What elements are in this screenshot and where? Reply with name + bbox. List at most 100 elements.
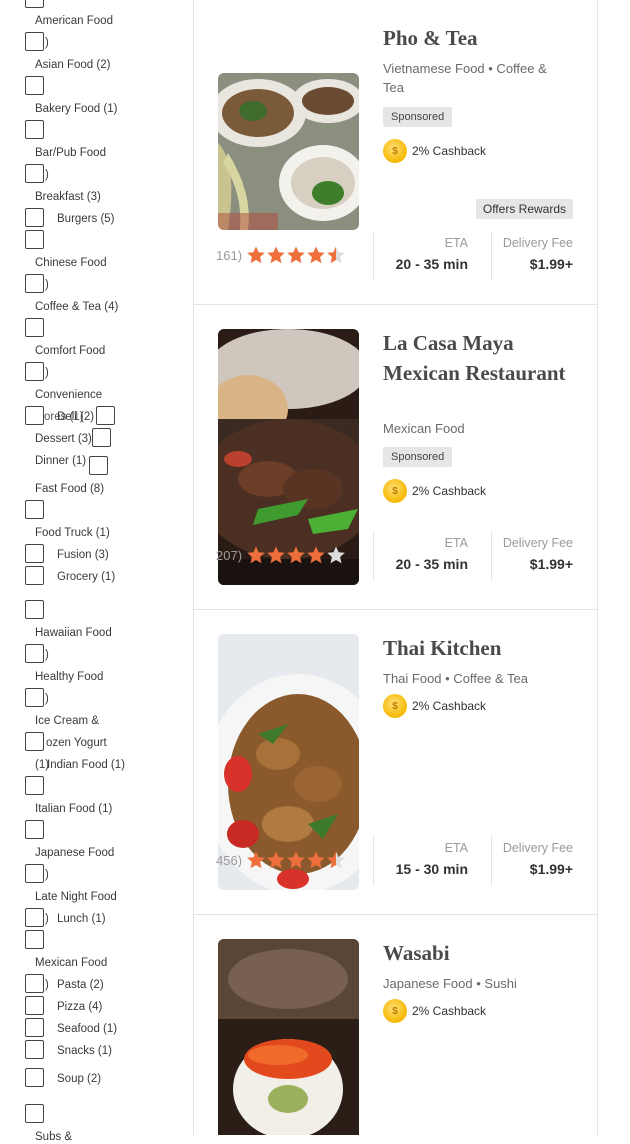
filter-checkbox-fusion[interactable] [25,566,44,585]
filter-checkbox-healthy[interactable] [25,688,44,707]
cashback-label: 2% Cashback [412,144,487,158]
filter-checkbox-snacks[interactable] [25,1068,44,1087]
filter-label-fragment: ) [45,367,49,379]
filter-label: Grocery (1) [57,571,116,583]
restaurant-name[interactable]: La Casa Maya Mexican Restaurant [383,328,583,388]
filter-checkbox-japanese[interactable] [25,864,44,883]
cashback-info: $ 2% Cashback [383,999,486,1023]
filter-checkbox-chinese[interactable] [25,230,44,249]
star-rating [246,545,346,565]
eta-label: ETA [444,236,468,250]
restaurant-card[interactable]: Wasabi Japanese Food • Sushi $ 2% Cashba… [194,914,597,1135]
filter-label: Late Night Food [35,891,117,903]
restaurant-card[interactable]: Thai Kitchen Thai Food • Coffee & Tea $ … [194,609,597,914]
filter-label: Chinese Food [35,257,107,269]
review-count: 207) [216,547,243,563]
filter-checkbox-deli[interactable] [96,406,115,425]
filter-checkbox-convenience-stores[interactable] [25,406,44,425]
review-count: 161) [216,247,243,263]
cashback-label: 2% Cashback [412,1004,487,1018]
star-icon [307,851,325,869]
restaurant-photo [218,73,359,230]
filter-label: Ice Cream & [35,715,99,727]
filter-checkbox-dinner[interactable] [89,456,108,475]
filter-checkbox-bar-pub[interactable] [25,120,44,139]
filter-checkbox-ice-cream[interactable] [25,732,44,751]
eta-value: 20 - 35 min [395,556,468,572]
divider [491,836,492,886]
filter-checkbox-grocery[interactable] [25,600,44,619]
filter-label-fragment: ) [45,693,49,705]
filter-label: Mexican Food [35,957,108,969]
restaurant-name[interactable]: Thai Kitchen [383,633,583,663]
rating: 207) [216,545,346,565]
coin-icon: $ [383,694,407,718]
filter-label: Fusion (3) [57,549,109,561]
filter-checkbox-american-food[interactable] [25,32,44,51]
delivery-fee-label: Delivery Fee [502,841,573,855]
filter-checkbox-dessert[interactable] [92,428,111,447]
filter-checkbox-italian[interactable] [25,820,44,839]
cashback-info: $ 2% Cashback [383,139,486,163]
filter-checkbox-bakery[interactable] [25,76,44,95]
filter-label: Snacks (1) [57,1045,112,1057]
delivery-fee-value: $1.99+ [529,861,573,877]
filter-checkbox-hawaiian[interactable] [25,644,44,663]
filter-label-fragment: ) [45,913,49,925]
filter-checkbox-lunch[interactable] [25,930,44,949]
filter-checkbox-seafood[interactable] [25,1040,44,1059]
restaurant-list: Pho & Tea Vietnamese Food • Coffee & Tea… [193,0,598,1135]
star-icon [247,546,265,564]
eta-value: 20 - 35 min [395,256,468,272]
filter-label: Bakery Food (1) [35,103,118,115]
filter-checkbox-pizza[interactable] [25,1018,44,1037]
filter-label: American Food [35,15,113,27]
filter-checkbox-burgers[interactable] [25,208,44,227]
filter-label: Subs & [35,1131,73,1143]
filter-checkbox-indian[interactable] [25,776,44,795]
delivery-fee-value: $1.99+ [529,556,573,572]
filter-checkbox-american[interactable] [25,0,44,8]
filter-checkbox-soup[interactable] [25,1104,44,1123]
filter-label: Soup (2) [57,1073,102,1085]
filter-label: Asian Food (2) [35,59,111,71]
star-rating [246,245,346,265]
filter-checkbox-food-truck[interactable] [25,544,44,563]
restaurant-card[interactable]: Pho & Tea Vietnamese Food • Coffee & Tea… [194,0,597,304]
divider [373,836,374,886]
divider [373,531,374,581]
delivery-fee-value: $1.99+ [529,256,573,272]
filter-checkbox-breakfast[interactable] [25,164,44,183]
cashback-info: $ 2% Cashback [383,479,486,503]
filter-label: Lunch (1) [57,913,106,925]
filter-label: Italian Food (1) [35,803,113,815]
filter-label: Dinner (1) [35,455,87,467]
cashback-info: $ 2% Cashback [383,694,486,718]
filter-checkbox-fast-food[interactable] [25,500,44,519]
filter-checkbox-comfort[interactable] [25,318,44,337]
restaurant-cuisine: Thai Food • Coffee & Tea [383,671,528,686]
review-count: 456) [216,852,243,868]
filter-checkbox-mexican[interactable] [25,974,44,993]
divider [491,531,492,581]
filter-label: Pizza (4) [57,1001,103,1013]
filter-label: Indian Food (1) [47,759,125,771]
filter-label: Breakfast (3) [35,191,101,203]
restaurant-name[interactable]: Wasabi [383,938,583,968]
filter-checkbox-coffee-tea[interactable] [25,274,44,293]
star-icon [327,246,345,264]
filter-label-fragment: ) [45,649,49,661]
filter-label: Deli (2) [57,411,95,423]
restaurant-photo [218,939,359,1135]
star-icon [287,246,305,264]
restaurant-name[interactable]: Pho & Tea [383,23,583,53]
filter-checkbox-pasta[interactable] [25,996,44,1015]
filter-label: Pasta (2) [57,979,104,991]
filter-checkbox-late-night[interactable] [25,908,44,927]
divider [373,231,374,281]
star-icon [247,851,265,869]
filter-label: ozen Yogurt [46,737,107,749]
filter-label: Healthy Food [35,671,104,683]
filter-checkbox-convenience[interactable] [25,362,44,381]
restaurant-card[interactable]: La Casa Maya Mexican Restaurant Mexican … [194,304,597,609]
